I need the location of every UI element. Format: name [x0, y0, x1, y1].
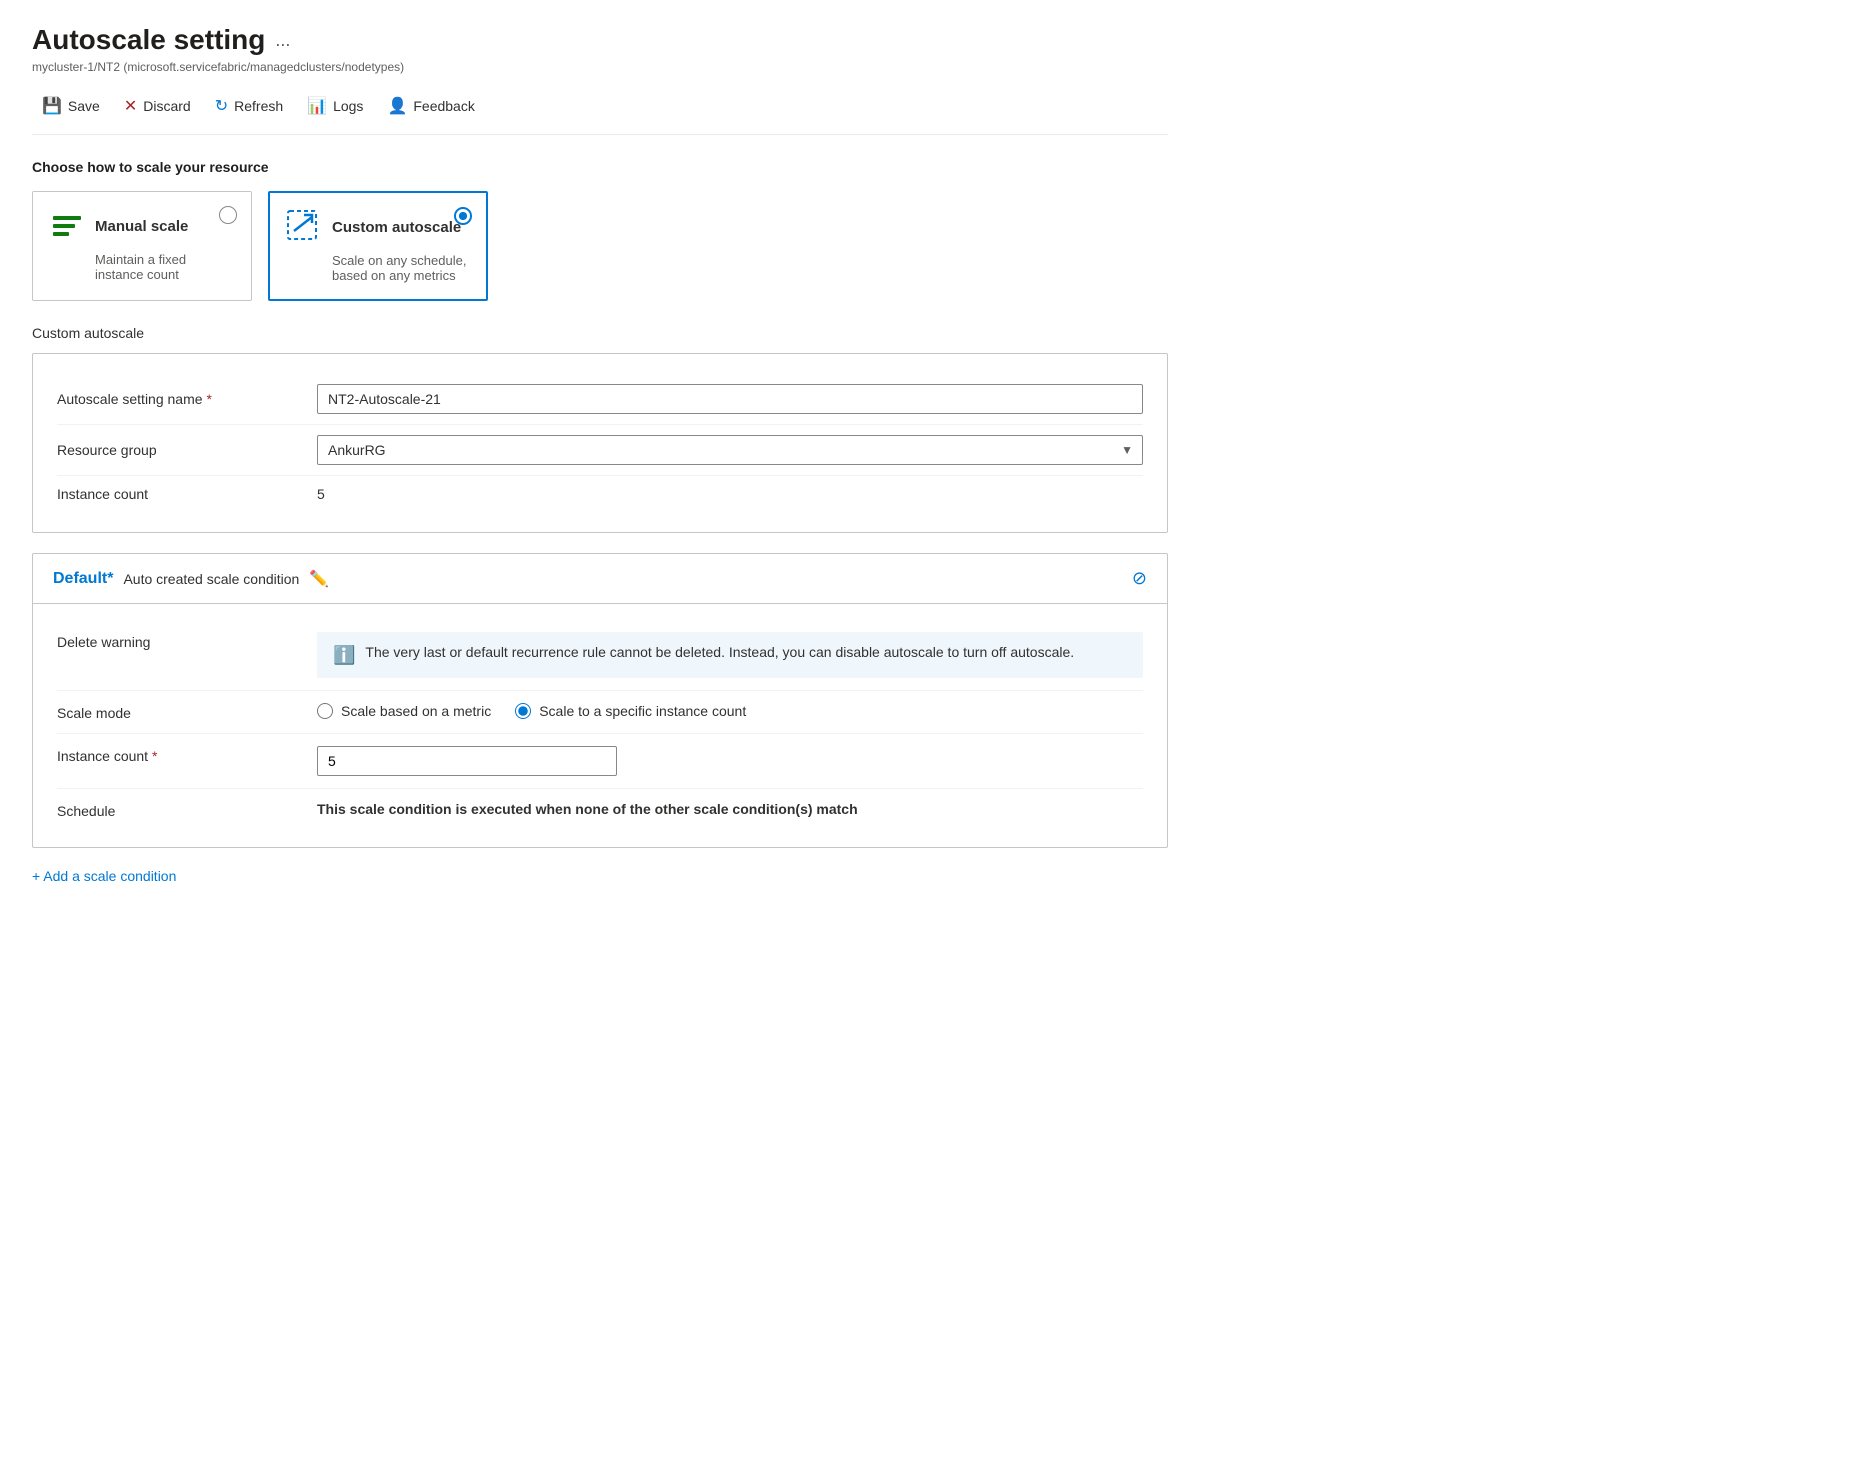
delete-warning-row: Delete warning ℹ️ The very last or defau…: [57, 620, 1143, 691]
schedule-text: This scale condition is executed when no…: [317, 801, 858, 817]
discard-label: Discard: [143, 98, 190, 114]
custom-autoscale-card[interactable]: Custom autoscale Scale on any schedule, …: [268, 191, 488, 301]
scale-mode-row: Scale mode Scale based on a metric Scale…: [57, 691, 1143, 734]
feedback-label: Feedback: [413, 98, 474, 114]
scale-count-radio[interactable]: [515, 703, 531, 719]
discard-button[interactable]: ✕ Discard: [114, 90, 201, 122]
resource-group-value[interactable]: AnkurRG ▼: [317, 435, 1143, 465]
refresh-button[interactable]: ↻ Refresh: [205, 90, 293, 122]
edit-icon[interactable]: ✏️: [309, 569, 329, 589]
refresh-icon: ↻: [215, 96, 228, 116]
autoscale-name-input[interactable]: [317, 384, 1143, 414]
schedule-value: This scale condition is executed when no…: [317, 801, 1143, 817]
manual-card-desc: Maintain a fixed instance count: [49, 252, 235, 282]
save-button[interactable]: 💾 Save: [32, 90, 110, 122]
scale-metric-label: Scale based on a metric: [341, 703, 491, 719]
delete-warning-label: Delete warning: [57, 632, 317, 650]
resource-group-select[interactable]: AnkurRG: [317, 435, 1143, 465]
add-scale-condition-link[interactable]: + Add a scale condition: [32, 868, 1168, 884]
save-icon: 💾: [42, 96, 62, 116]
manual-card-title: Manual scale: [95, 218, 188, 235]
scale-cards: Manual scale Maintain a fixed instance c…: [32, 191, 1168, 301]
default-label: Default*: [53, 570, 113, 588]
page-title: Autoscale setting ...: [32, 24, 1168, 56]
schedule-row: Schedule This scale condition is execute…: [57, 789, 1143, 831]
condition-body: Delete warning ℹ️ The very last or defau…: [33, 604, 1167, 847]
custom-radio-circle: [454, 207, 472, 225]
logs-icon: 📊: [307, 96, 327, 116]
manual-scale-card[interactable]: Manual scale Maintain a fixed instance c…: [32, 191, 252, 301]
save-label: Save: [68, 98, 100, 114]
discard-icon: ✕: [124, 96, 137, 116]
autoscale-name-value[interactable]: [317, 384, 1143, 414]
page-subtitle: mycluster-1/NT2 (microsoft.servicefabric…: [32, 60, 1168, 74]
scale-count-label: Scale to a specific instance count: [539, 703, 746, 719]
logs-button[interactable]: 📊 Logs: [297, 90, 373, 122]
manual-scale-icon: [49, 208, 85, 244]
info-box: ℹ️ The very last or default recurrence r…: [317, 632, 1143, 678]
info-icon: ℹ️: [333, 645, 355, 666]
refresh-label: Refresh: [234, 98, 283, 114]
disable-icon[interactable]: ⊘: [1132, 568, 1147, 589]
condition-instance-input[interactable]: [317, 746, 617, 776]
scale-mode-options: Scale based on a metric Scale to a speci…: [317, 703, 1143, 719]
custom-autoscale-icon: [286, 209, 322, 245]
manual-radio[interactable]: [219, 206, 237, 227]
choose-section-title: Choose how to scale your resource: [32, 159, 1168, 175]
manual-card-header: Manual scale: [49, 208, 235, 244]
add-condition-label: + Add a scale condition: [32, 868, 176, 884]
delete-warning-value: ℹ️ The very last or default recurrence r…: [317, 632, 1143, 678]
instance-count-row: Instance count 5: [57, 476, 1143, 512]
page-title-text: Autoscale setting: [32, 24, 265, 56]
scale-metric-option[interactable]: Scale based on a metric: [317, 703, 491, 719]
instance-count-static: 5: [317, 486, 1143, 502]
instance-count-label: Instance count: [57, 486, 317, 502]
feedback-icon: 👤: [387, 96, 407, 116]
custom-radio[interactable]: [454, 207, 472, 228]
condition-instance-label: Instance count *: [57, 746, 317, 764]
custom-autoscale-section-label: Custom autoscale: [32, 325, 1168, 341]
page-title-ellipsis[interactable]: ...: [275, 30, 290, 51]
condition-name: Auto created scale condition: [123, 571, 299, 587]
custom-card-header: Custom autoscale: [286, 209, 470, 245]
custom-card-desc: Scale on any schedule, based on any metr…: [286, 253, 470, 283]
schedule-label: Schedule: [57, 801, 317, 819]
resource-group-row: Resource group AnkurRG ▼: [57, 425, 1143, 476]
scale-count-option[interactable]: Scale to a specific instance count: [515, 703, 746, 719]
page-title-row: Autoscale setting ...: [32, 24, 1168, 56]
scale-condition-section: Default* Auto created scale condition ✏️…: [32, 553, 1168, 848]
condition-instance-value[interactable]: [317, 746, 1143, 776]
scale-mode-radio-group: Scale based on a metric Scale to a speci…: [317, 703, 1143, 719]
condition-header-left: Default* Auto created scale condition ✏️: [53, 569, 329, 589]
scale-metric-radio[interactable]: [317, 703, 333, 719]
toolbar: 💾 Save ✕ Discard ↻ Refresh 📊 Logs 👤 Feed…: [32, 90, 1168, 135]
autoscale-form: Autoscale setting name * Resource group …: [32, 353, 1168, 533]
condition-instance-row: Instance count *: [57, 734, 1143, 789]
manual-radio-circle: [219, 206, 237, 224]
condition-header: Default* Auto created scale condition ✏️…: [33, 554, 1167, 604]
info-text: The very last or default recurrence rule…: [365, 644, 1074, 660]
resource-group-label: Resource group: [57, 442, 317, 458]
feedback-button[interactable]: 👤 Feedback: [377, 90, 484, 122]
autoscale-name-row: Autoscale setting name *: [57, 374, 1143, 425]
logs-label: Logs: [333, 98, 363, 114]
autoscale-name-label: Autoscale setting name *: [57, 391, 317, 407]
resource-group-select-wrap: AnkurRG ▼: [317, 435, 1143, 465]
scale-mode-label: Scale mode: [57, 703, 317, 721]
custom-card-title: Custom autoscale: [332, 219, 461, 236]
